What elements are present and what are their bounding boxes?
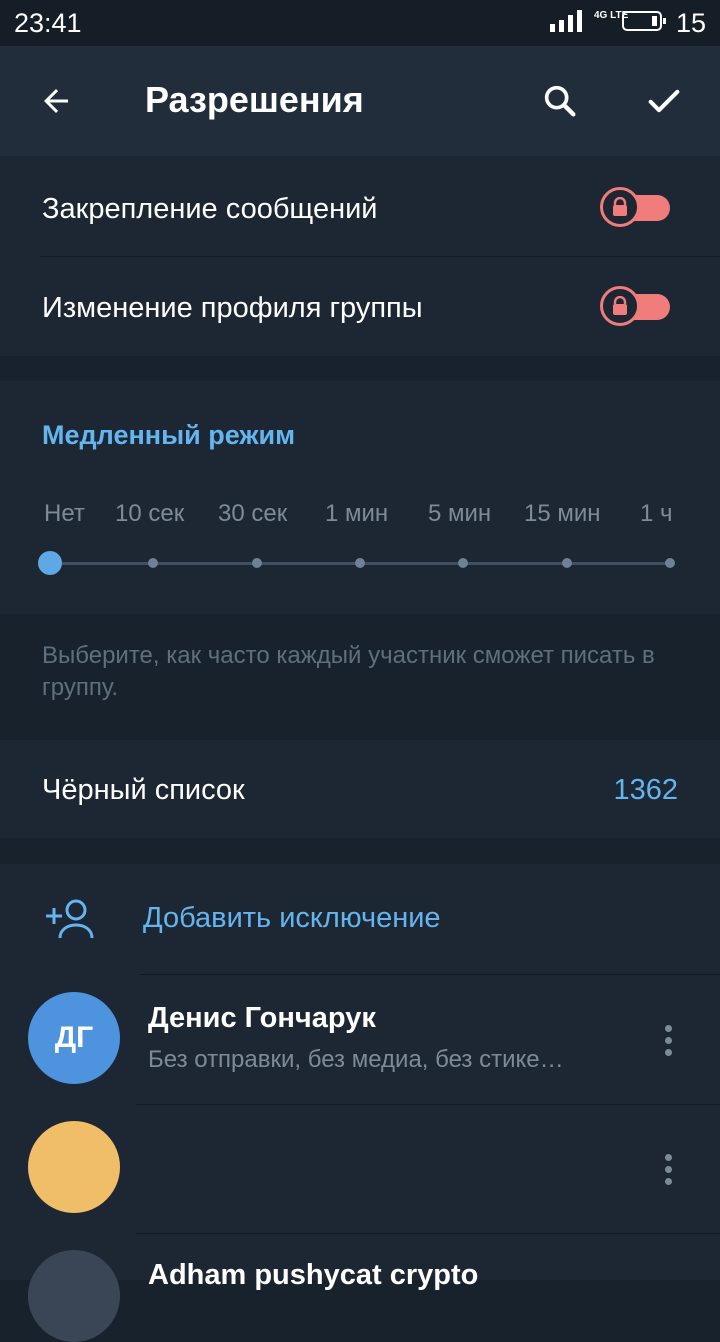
blacklist-count: 1362 [613,774,678,806]
slider-step-dot [355,558,365,568]
app-bar: Разрешения [0,46,720,156]
slider-step-dot [562,558,572,568]
exception-details: Без отправки, без медиа, без стике… [148,1046,564,1073]
permission-profile-label: Изменение профиля группы [42,292,423,324]
slider-step-dot [252,558,262,568]
check-icon [648,89,680,113]
slow-mode-option-15m[interactable]: 15 мин [524,500,601,528]
add-user-icon [46,899,94,939]
slider-step-dot [458,558,468,568]
permission-profile-toggle[interactable] [600,286,670,326]
blacklist-label: Чёрный список [42,774,245,806]
lock-icon [613,197,627,216]
slow-mode-option-5m[interactable]: 5 мин [428,500,491,528]
permission-pin-toggle[interactable] [600,187,670,227]
signal-icon [550,10,582,32]
back-button[interactable] [26,71,86,131]
toggle-knob [600,286,640,326]
add-exception-label: Добавить исключение [143,902,441,934]
slow-mode-option-1h[interactable]: 1 ч [640,500,673,528]
toggle-knob [600,187,640,227]
slow-mode-slider-thumb[interactable] [38,551,62,575]
slow-mode-hint: Выберите, как часто каждый участник смож… [42,642,655,701]
search-icon [544,85,576,117]
slider-step-dot [148,558,158,568]
avatar [28,1121,120,1213]
divider [40,256,720,257]
more-options-icon[interactable] [648,1139,688,1199]
battery-icon [622,11,666,31]
page-title: Разрешения [145,79,364,120]
slow-mode-option-10s[interactable]: 10 сек [115,500,184,528]
permission-pin-label: Закрепление сообщений [42,193,378,225]
exception-name: Денис Гончарук [148,1002,376,1034]
arrow-left-icon [44,89,68,113]
slider-step-dot [665,558,675,568]
status-time: 23:41 [14,8,82,38]
search-button[interactable] [530,71,590,131]
slow-mode-option-1m[interactable]: 1 мин [325,500,388,528]
battery-level: 15 [675,8,706,38]
lock-icon [613,296,627,315]
status-bar: 23:41 4G LTE 15 [0,0,720,46]
slow-mode-header: Медленный режим [42,420,296,450]
slow-mode-option-30s[interactable]: 30 сек [218,500,287,528]
slow-mode-option-none[interactable]: Нет [44,500,85,528]
avatar [28,1250,120,1342]
avatar: ДГ [28,992,120,1084]
exception-name: Adham pushycat crypto [148,1259,479,1291]
permissions-section: Закрепление сообщений Изменение профиля … [0,156,720,356]
confirm-button[interactable] [634,71,694,131]
slow-mode-section [0,381,720,614]
more-options-icon[interactable] [648,1010,688,1070]
